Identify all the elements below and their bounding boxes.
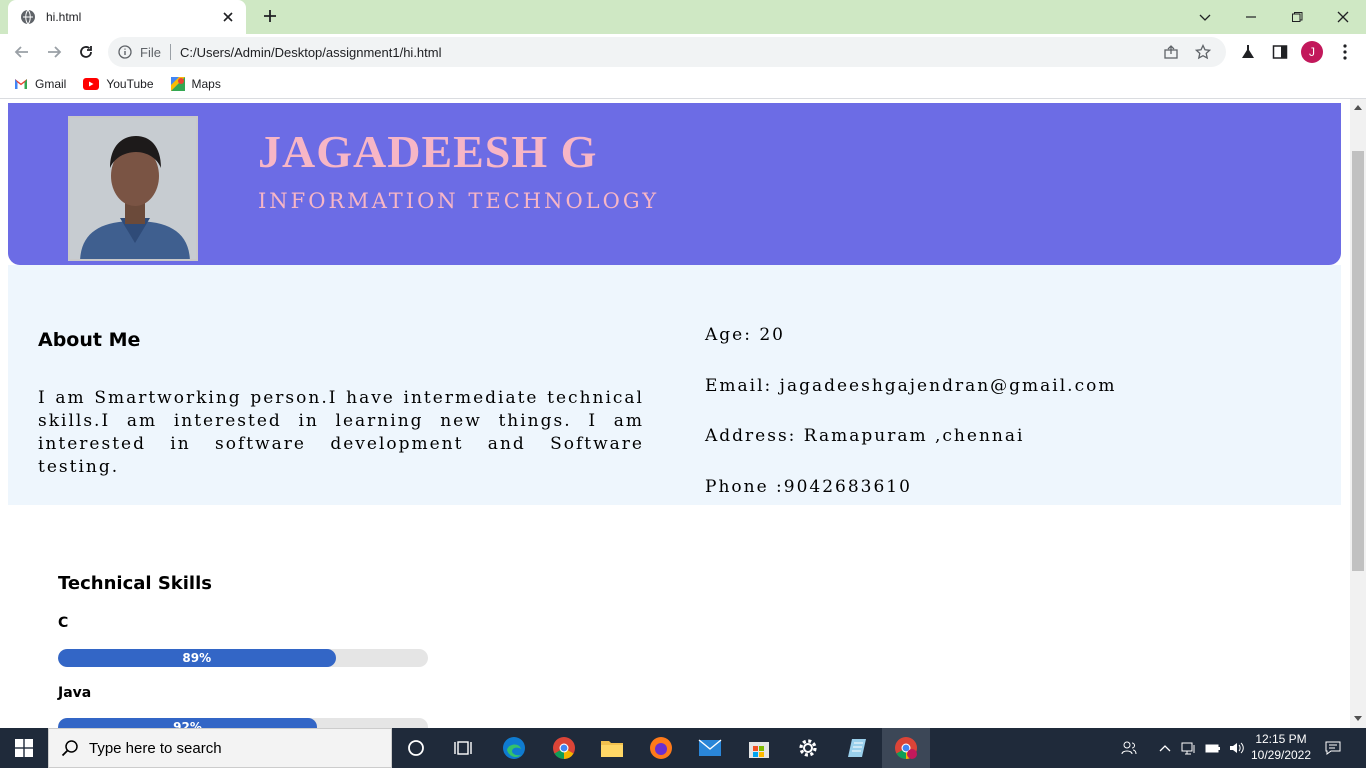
reload-icon[interactable] <box>76 42 96 62</box>
skill-bar-c: 89% <box>58 649 428 667</box>
bookmark-label: YouTube <box>106 77 154 91</box>
menu-kebab-icon[interactable] <box>1336 43 1354 61</box>
skill-name-c: C <box>58 615 69 631</box>
back-icon[interactable] <box>12 42 32 62</box>
profile-header: JAGADEESH G INFORMATION TECHNOLOGY <box>8 103 1341 265</box>
bookmark-gmail[interactable]: Gmail <box>14 77 66 91</box>
minimize-icon[interactable] <box>1240 6 1262 28</box>
scroll-down-icon[interactable] <box>1354 716 1362 721</box>
about-heading: About Me <box>38 329 141 351</box>
scheme-label: File <box>140 44 161 60</box>
search-placeholder: Type here to search <box>89 739 222 757</box>
bookmark-label: Gmail <box>35 77 67 91</box>
gmail-icon <box>14 78 28 90</box>
email-info: Email: jagadeeshgajendran@gmail.com <box>705 376 1117 396</box>
about-paragraph: I am Smartworking person.I have intermed… <box>38 388 644 477</box>
profile-avatar[interactable]: J <box>1301 41 1323 63</box>
bookmark-star-icon[interactable] <box>1194 43 1212 61</box>
close-window-icon[interactable] <box>1332 6 1354 28</box>
skills-heading: Technical Skills <box>58 573 212 594</box>
youtube-icon <box>83 78 100 90</box>
tab-strip: hi.html <box>0 0 1366 34</box>
chevron-up-icon[interactable] <box>1157 740 1173 756</box>
bookmark-label: Maps <box>191 77 221 91</box>
bookmarks-bar: Gmail YouTube Maps <box>0 70 1366 98</box>
url-text[interactable]: C:/Users/Admin/Desktop/assignment1/hi.ht… <box>180 45 1162 60</box>
edge-icon[interactable] <box>490 728 538 768</box>
tab-title: hi.html <box>46 10 82 24</box>
bookmark-maps[interactable]: Maps <box>170 77 221 91</box>
chrome-icon[interactable] <box>540 728 588 768</box>
bookmark-youtube[interactable]: YouTube <box>83 77 154 91</box>
search-icon <box>61 740 78 757</box>
labs-flask-icon[interactable] <box>1239 43 1257 61</box>
chrome-active-icon[interactable] <box>882 728 930 768</box>
age-info: Age: 20 <box>705 325 785 345</box>
new-tab-icon[interactable] <box>262 8 278 24</box>
department-subtitle: INFORMATION TECHNOLOGY <box>258 189 660 213</box>
tab-hi-html[interactable]: hi.html <box>8 0 246 34</box>
notifications-icon[interactable] <box>1325 740 1341 756</box>
clock-time: 12:15 PM <box>1255 732 1307 746</box>
page-title-name: JAGADEESH G <box>258 126 598 177</box>
cortana-icon[interactable] <box>392 728 440 768</box>
store-icon[interactable] <box>735 728 783 768</box>
omnibox-divider <box>169 44 171 60</box>
page-viewport: JAGADEESH G INFORMATION TECHNOLOGY About… <box>0 98 1366 728</box>
skill-bar-java: 92% <box>58 718 428 728</box>
scroll-up-icon[interactable] <box>1354 105 1362 110</box>
profile-photo <box>68 116 198 261</box>
address-info: Address: Ramapuram ,chennai <box>705 426 1025 446</box>
about-section: About Me I am Smartworking person.I have… <box>8 265 1341 505</box>
windows-logo-icon <box>15 739 33 757</box>
network-icon[interactable] <box>1181 740 1197 756</box>
close-tab-icon[interactable] <box>220 9 236 25</box>
skill-name-java: Java <box>58 685 92 701</box>
skill-bar-fill: 92% <box>58 718 317 728</box>
phone-info: Phone :9042683610 <box>705 477 912 497</box>
mail-icon[interactable] <box>686 728 734 768</box>
start-button[interactable] <box>0 728 48 768</box>
clock-date: 10/29/2022 <box>1250 748 1312 762</box>
side-panel-icon[interactable] <box>1271 43 1289 61</box>
tab-search-icon[interactable] <box>1194 6 1216 28</box>
skill-bar-fill: 89% <box>58 649 336 667</box>
people-icon[interactable] <box>1121 740 1137 756</box>
globe-icon <box>21 9 35 25</box>
restore-icon[interactable] <box>1286 6 1308 28</box>
page-scrollbar[interactable] <box>1350 99 1366 728</box>
browser-toolbar: File C:/Users/Admin/Desktop/assignment1/… <box>0 34 1366 70</box>
taskbar-clock[interactable]: 12:15 PM 10/29/2022 <box>1248 731 1314 763</box>
volume-icon[interactable] <box>1229 740 1245 756</box>
task-view-icon[interactable] <box>440 728 488 768</box>
address-bar[interactable]: File C:/Users/Admin/Desktop/assignment1/… <box>108 37 1226 67</box>
info-icon[interactable] <box>118 45 132 59</box>
battery-icon[interactable] <box>1205 740 1221 756</box>
file-explorer-icon[interactable] <box>588 728 636 768</box>
share-icon[interactable] <box>1162 43 1180 61</box>
taskbar-search[interactable]: Type here to search <box>48 728 392 768</box>
windows-taskbar: Type here to search 12:15 PM 10/29/2022 <box>0 728 1366 768</box>
scrollbar-thumb[interactable] <box>1352 151 1364 571</box>
forward-icon[interactable] <box>44 42 64 62</box>
notepad-icon[interactable] <box>833 728 881 768</box>
firefox-icon[interactable] <box>637 728 685 768</box>
settings-gear-icon[interactable] <box>784 728 832 768</box>
maps-icon <box>170 77 185 91</box>
